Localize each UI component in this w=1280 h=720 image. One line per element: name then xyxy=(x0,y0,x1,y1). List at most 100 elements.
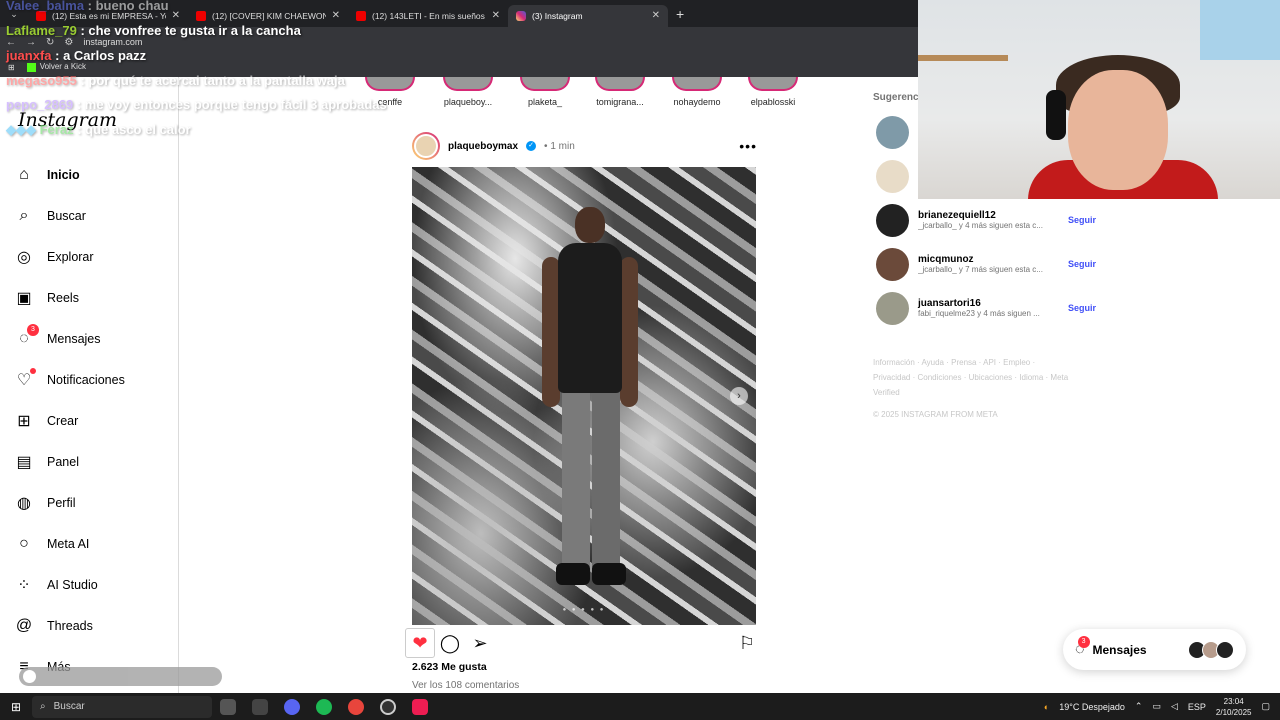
more-options-icon[interactable]: ••• xyxy=(739,138,757,154)
notifications-icon[interactable]: ▢ xyxy=(1261,701,1270,712)
suggestion-avatar[interactable] xyxy=(876,247,909,281)
like-heart-icon[interactable]: ❤ xyxy=(405,628,435,658)
network-icon[interactable]: ▭ xyxy=(1152,701,1161,712)
sidebar-item-reels[interactable]: ▣ Reels xyxy=(14,280,169,316)
bookmark-kick[interactable]: Volver a Kick xyxy=(26,62,86,72)
url-text[interactable]: instagram.com xyxy=(83,37,142,47)
browser-tab[interactable]: (12) 143LETI - En mis sueños sol... ✕ xyxy=(348,5,508,27)
story-avatar xyxy=(595,77,645,91)
suggestion-avatar[interactable] xyxy=(876,203,909,237)
obs-icon[interactable] xyxy=(372,693,404,720)
clock[interactable]: 23:04 2/10/2025 xyxy=(1216,696,1252,718)
post-author-avatar[interactable] xyxy=(412,132,440,160)
next-image-icon[interactable]: › xyxy=(730,387,748,405)
sidebar-item-crear[interactable]: ⊞ Crear xyxy=(14,403,169,439)
sidebar-item-perfil[interactable]: ◍ Perfil xyxy=(14,485,169,521)
story-item[interactable]: tomigrana... xyxy=(580,77,660,107)
chat-message: ◆◆◆ Feraz : que asco el calor xyxy=(6,122,191,138)
chat-username: Valee_balma xyxy=(6,0,85,13)
kick-icon xyxy=(26,62,36,72)
story-label: elpablosski xyxy=(750,97,796,107)
scrubber-knob[interactable] xyxy=(23,670,36,683)
close-tab-icon[interactable]: ✕ xyxy=(652,10,660,21)
suggestion-context: _jcarballo_ y 7 más siguen esta c... xyxy=(918,265,1043,274)
verified-badge-icon: ✓ xyxy=(526,141,537,151)
sidebar-item-inicio[interactable]: ⌂ Inicio xyxy=(14,157,169,193)
suggestion-avatar[interactable] xyxy=(876,115,909,149)
post-author-username[interactable]: plaqueboymax xyxy=(448,141,518,152)
ai-studio-icon: ⁘ xyxy=(17,577,31,594)
messages-button[interactable]: ◌ 3 Mensajes xyxy=(1063,629,1246,670)
post-time: • 1 min xyxy=(544,140,575,152)
post-image[interactable]: › ● ● ● ● ● xyxy=(412,167,756,625)
comment-icon[interactable]: ◯ xyxy=(435,628,465,658)
tray-chevron-icon[interactable]: ⌃ xyxy=(1135,701,1143,712)
taskbar-search-label: Buscar xyxy=(53,701,85,712)
sidebar-item-meta-ai[interactable]: ○ Meta AI xyxy=(14,526,169,562)
sidebar-item-explorar[interactable]: ◎ Explorar xyxy=(14,239,169,275)
story-item[interactable]: plaketa_ xyxy=(505,77,585,107)
forward-icon[interactable]: → xyxy=(26,37,36,48)
heart-icon: ♡ xyxy=(14,368,36,390)
follow-button[interactable]: Seguir xyxy=(1068,259,1096,269)
sidebar-item-buscar[interactable]: ⌕ Buscar xyxy=(14,198,169,234)
story-item[interactable]: elpablosski xyxy=(733,77,813,107)
suggestion-avatar[interactable] xyxy=(876,291,909,325)
language-indicator[interactable]: ESP xyxy=(1188,702,1206,712)
volume-icon[interactable]: ◁ xyxy=(1171,701,1178,712)
suggestion-username[interactable]: micqmunoz xyxy=(918,254,1059,265)
site-info-icon[interactable]: ⚙ xyxy=(64,37,73,48)
sidebar-item-label: Mensajes xyxy=(47,332,101,346)
chat-text: : que asco el calor xyxy=(73,122,191,137)
suggestion-context: fabi_riquelme23 y 4 más siguen ... xyxy=(918,309,1040,318)
windows-start-icon[interactable]: ⊞ xyxy=(0,700,32,714)
chat-badges: ◆◆◆ xyxy=(6,122,40,137)
sidebar-item-label: Buscar xyxy=(47,209,86,223)
sidebar-item-label: AI Studio xyxy=(47,578,98,592)
share-icon[interactable]: ➢ xyxy=(465,628,495,658)
taskbar-search[interactable]: ⌕ Buscar xyxy=(32,695,212,718)
view-comments-link[interactable]: Ver los 108 comentarios xyxy=(412,680,519,691)
reload-icon[interactable]: ↻ xyxy=(46,37,54,48)
overlay-scrubber[interactable] xyxy=(19,667,222,686)
plus-square-icon: ⊞ xyxy=(17,413,31,430)
suggestion-username[interactable]: brianezequiell12 xyxy=(918,210,1059,221)
sidebar-item-mensajes[interactable]: ◌ 3 Mensajes xyxy=(14,321,169,357)
sidebar-item-ai-studio[interactable]: ⁘ AI Studio xyxy=(14,567,169,603)
new-tab-icon[interactable]: + xyxy=(676,6,684,22)
follow-button[interactable]: Seguir xyxy=(1068,215,1096,225)
back-icon[interactable]: ← xyxy=(6,37,16,48)
sidebar-item-panel[interactable]: ▤ Panel xyxy=(14,444,169,480)
sidebar-item-label: Perfil xyxy=(47,496,76,510)
instagram-icon xyxy=(516,10,526,21)
bookmark-icon[interactable]: ⚐ xyxy=(732,628,762,658)
follow-button[interactable]: Seguir xyxy=(1068,303,1096,313)
apps-icon[interactable]: ⊞ xyxy=(8,63,15,72)
footer-links[interactable]: Información · Ayuda · Prensa · API · Emp… xyxy=(873,355,1073,400)
close-tab-icon[interactable]: ✕ xyxy=(332,10,340,21)
sidebar-item-threads[interactable]: @ Threads xyxy=(14,608,169,644)
story-item[interactable]: plaqueboy... xyxy=(428,77,508,107)
browser-tab-active[interactable]: (3) Instagram ✕ xyxy=(508,4,668,27)
story-label: plaqueboy... xyxy=(443,97,493,107)
tiktok-icon[interactable] xyxy=(404,693,436,720)
suggestion-avatar[interactable] xyxy=(876,159,909,193)
story-avatar xyxy=(748,77,798,91)
chat-username: juanxfa xyxy=(6,48,52,63)
task-view-icon[interactable] xyxy=(212,693,244,720)
story-item[interactable]: nohaydemo xyxy=(657,77,737,107)
profile-icon: ◍ xyxy=(17,495,31,512)
app-icon[interactable] xyxy=(244,693,276,720)
chrome-icon[interactable] xyxy=(340,693,372,720)
weather-text[interactable]: 19°C Despejado xyxy=(1059,702,1125,712)
close-tab-icon[interactable]: ✕ xyxy=(492,10,500,21)
discord-icon[interactable] xyxy=(276,693,308,720)
close-tab-icon[interactable]: ✕ xyxy=(172,10,180,21)
likes-count[interactable]: 2.623 Me gusta xyxy=(412,661,487,673)
sidebar-item-notificaciones[interactable]: ♡ Notificaciones xyxy=(14,362,169,398)
sidebar-item-label: Threads xyxy=(47,619,93,633)
sidebar-item-label: Notificaciones xyxy=(47,373,125,387)
suggestion-username[interactable]: juansartori16 xyxy=(918,298,1059,309)
tab-title: (12) 143LETI - En mis sueños sol... xyxy=(372,10,486,21)
spotify-icon[interactable] xyxy=(308,693,340,720)
